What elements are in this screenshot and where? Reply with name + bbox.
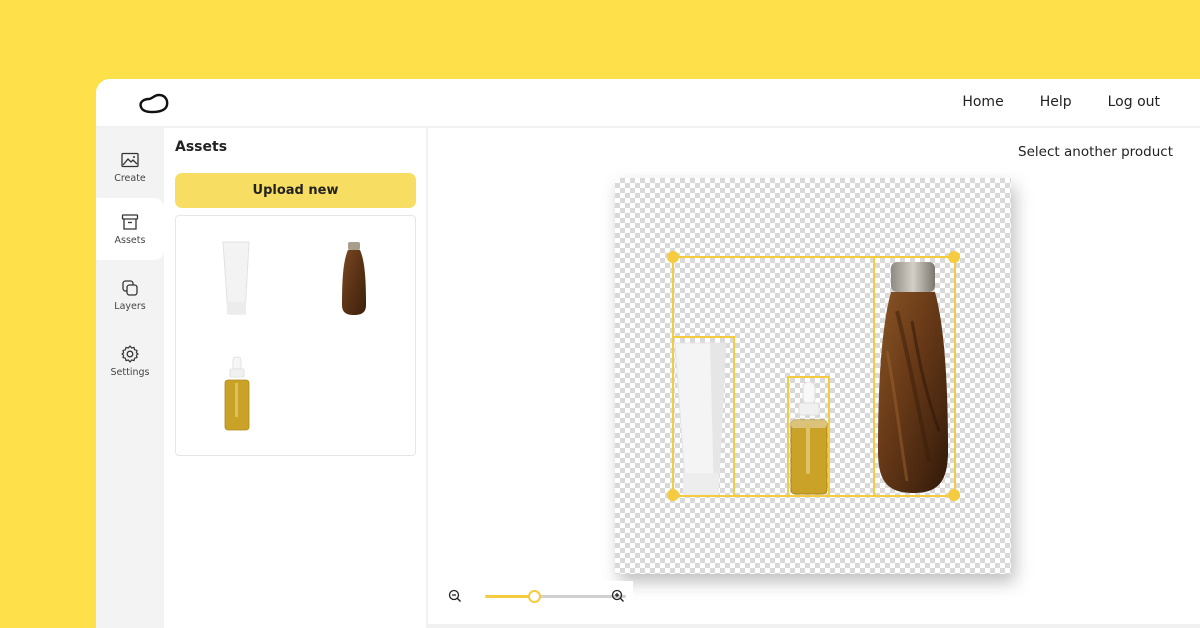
sidebar-item-layers[interactable]: Layers [96,264,164,326]
sidebar-item-create[interactable]: Create [96,136,164,198]
archive-box-icon [121,214,139,230]
zoom-control [445,581,633,611]
asset-grid [175,215,416,456]
sidebar-item-label: Layers [114,301,146,312]
layers-icon [122,280,138,296]
zoom-in-icon[interactable] [611,589,625,603]
asset-serum-bottle[interactable] [224,356,250,432]
sidebar-item-label: Assets [114,235,146,246]
tube-selection-box[interactable] [672,336,735,497]
resize-handle-bottom-right[interactable] [948,489,960,501]
asset-wood-bottle[interactable] [341,241,367,316]
serum-selection-box[interactable] [787,376,830,497]
sidebar-rail: Create Assets Layers Settings [96,128,164,628]
asset-white-tube[interactable] [222,240,250,316]
bottom-divider [428,624,1200,628]
image-icon [121,152,139,168]
zoom-slider-fill [485,595,535,598]
artboard-canvas[interactable] [615,178,1011,574]
sidebar-item-assets[interactable]: Assets [96,198,164,260]
nav-help-link[interactable]: Help [1040,94,1072,110]
nav-home-link[interactable]: Home [962,94,1003,110]
zoom-slider[interactable] [485,590,626,603]
app-window: Home Help Log out Create Assets Layers S… [96,79,1200,628]
zoom-out-icon[interactable] [448,589,462,603]
gear-icon [121,345,139,363]
bottle-selection-box[interactable] [873,256,956,497]
resize-handle-bottom-left[interactable] [667,489,679,501]
zoom-slider-thumb[interactable] [528,590,542,603]
assets-panel: Assets Upload new [164,128,428,628]
resize-handle-top-right[interactable] [948,251,960,263]
select-another-product-link[interactable]: Select another product [1018,144,1173,160]
top-nav: Home Help Log out [962,94,1160,110]
top-bar: Home Help Log out [96,79,1200,128]
nav-logout-link[interactable]: Log out [1108,94,1160,110]
sidebar-item-label: Create [114,173,146,184]
assets-title: Assets [175,139,228,155]
upload-new-button[interactable]: Upload new [175,173,416,208]
sidebar-item-label: Settings [110,367,150,378]
cloud-logo-icon[interactable] [136,91,170,115]
canvas-area: Select another product [428,128,1200,628]
sidebar-item-settings[interactable]: Settings [96,330,164,392]
resize-handle-top-left[interactable] [667,251,679,263]
